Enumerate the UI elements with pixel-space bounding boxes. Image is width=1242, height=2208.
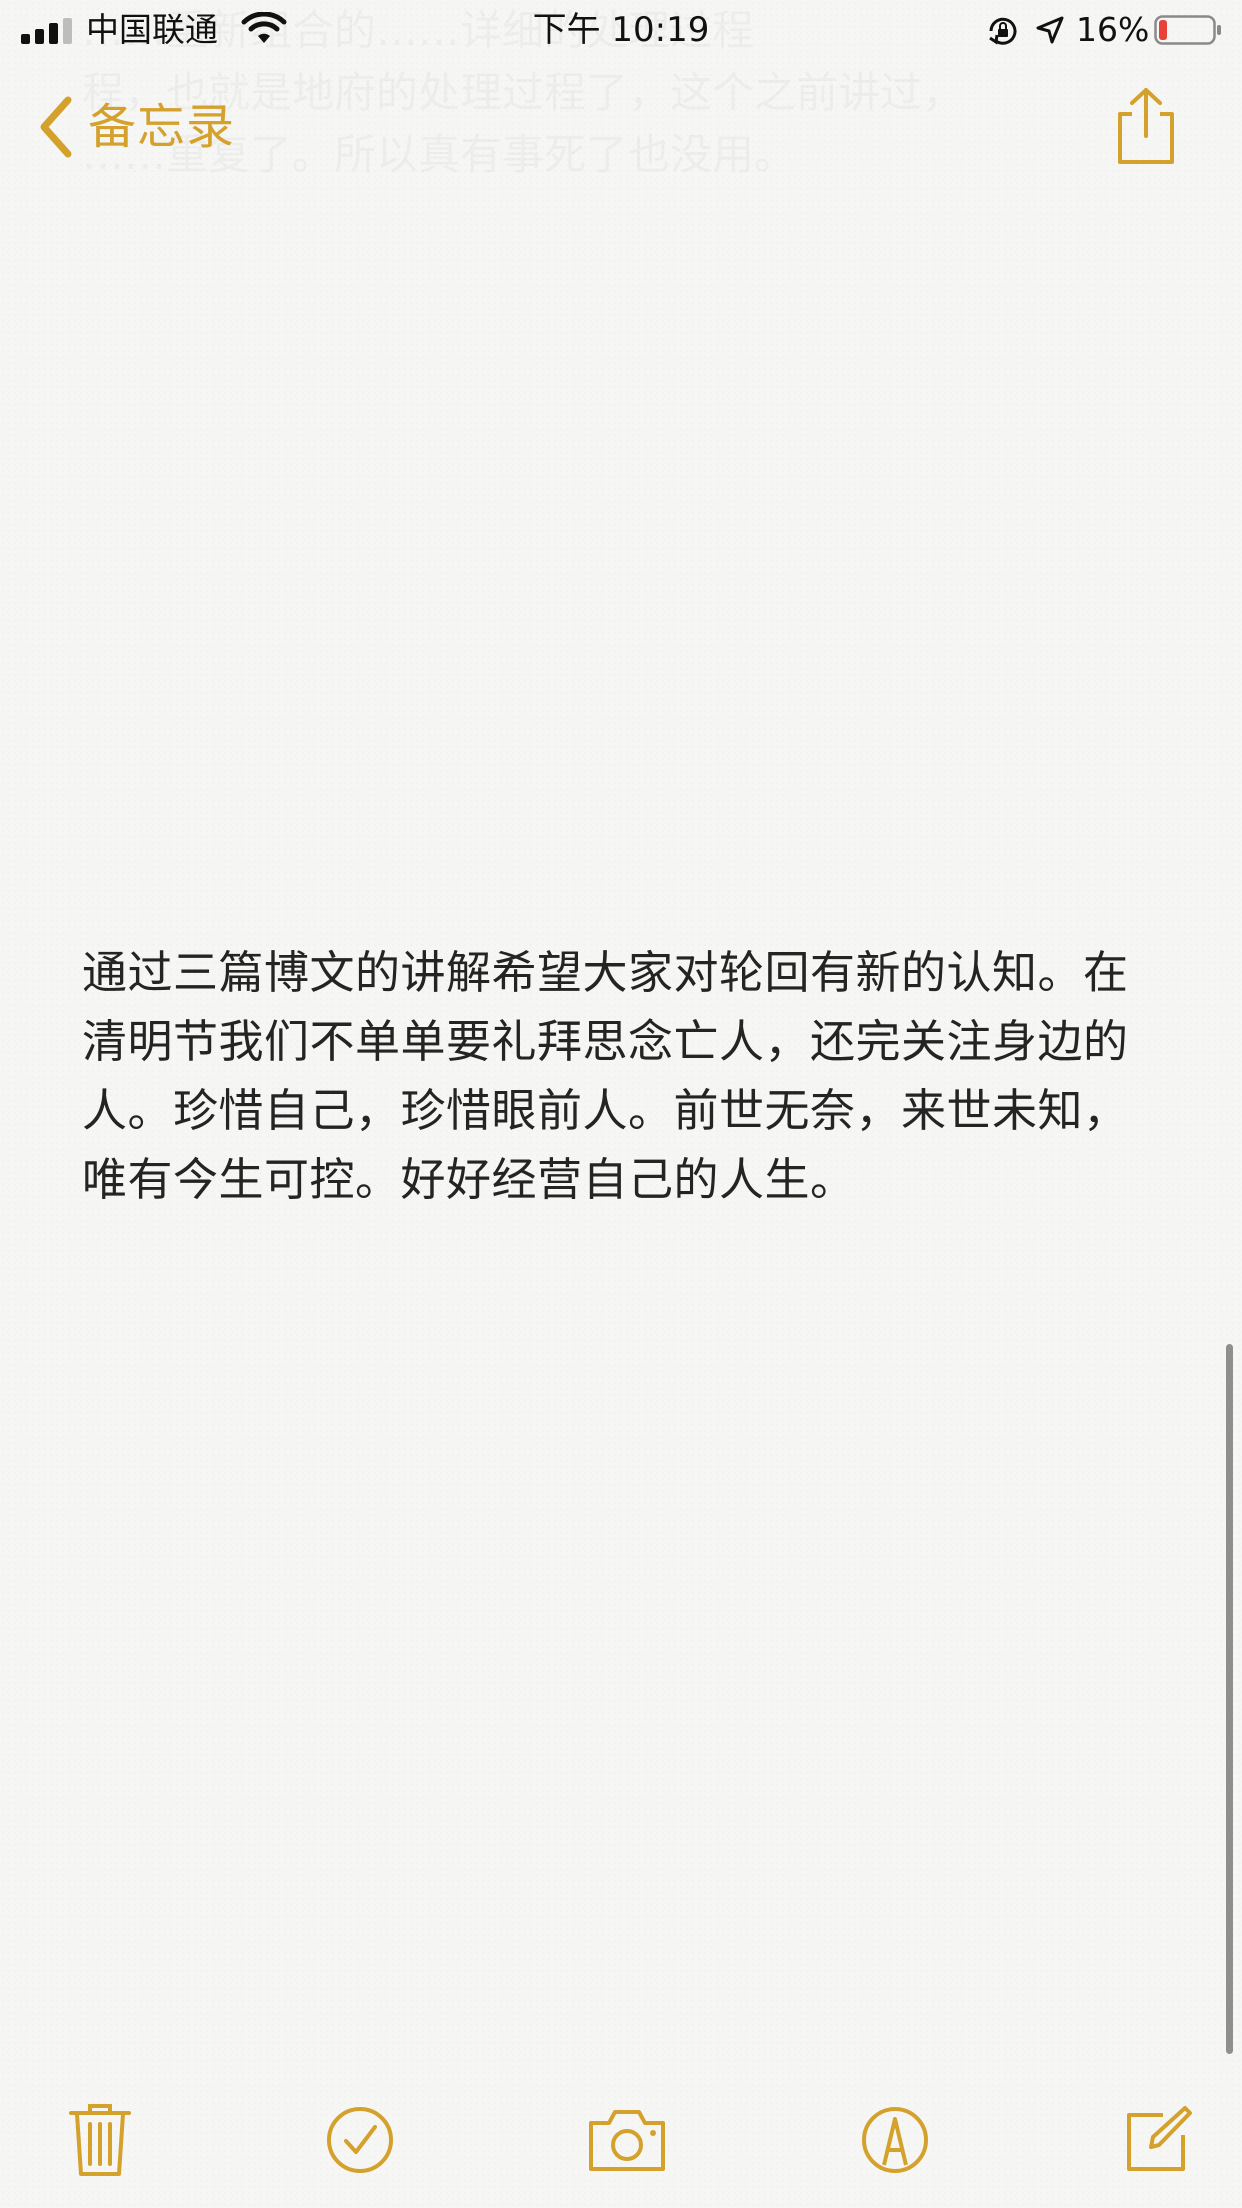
markup-pen-icon xyxy=(862,2107,928,2173)
checklist-button[interactable] xyxy=(320,2100,400,2180)
back-button[interactable]: 备忘录 xyxy=(36,94,235,160)
markup-button[interactable] xyxy=(855,2100,935,2180)
status-time: 下午 10:19 xyxy=(532,10,710,50)
checkmark-circle-icon xyxy=(327,2107,393,2173)
battery-percent: 16% xyxy=(1076,10,1150,49)
signal-bar xyxy=(63,18,72,44)
compose-button[interactable] xyxy=(1118,2100,1198,2180)
wifi-icon xyxy=(241,12,287,43)
camera-icon xyxy=(589,2110,665,2171)
signal-bar xyxy=(49,23,58,44)
battery-level-fill xyxy=(1159,20,1167,40)
trash-icon xyxy=(69,2104,131,2176)
camera-button[interactable] xyxy=(587,2100,667,2180)
rotation-lock-icon xyxy=(989,17,1017,45)
compose-icon xyxy=(1127,2106,1192,2171)
status-bar: 中国联通 下午 10:19 16% xyxy=(0,0,1242,60)
signal-bar xyxy=(21,34,30,44)
location-arrow-icon xyxy=(1036,16,1064,44)
carrier-name: 中国联通 xyxy=(86,10,218,49)
cellular-signal-icon xyxy=(21,18,73,44)
battery-icon xyxy=(1154,15,1221,45)
signal-bar xyxy=(35,29,44,44)
scroll-indicator[interactable] xyxy=(1226,1344,1233,2054)
back-button-label: 备忘录 xyxy=(88,99,236,155)
delete-button[interactable] xyxy=(60,2100,140,2180)
chevron-left-icon xyxy=(40,96,72,158)
note-body-text[interactable]: 通过三篇博文的讲解希望大家对轮回有新的认知。在清明节我们不单单要礼拜思念亡人，还… xyxy=(82,938,1172,1214)
share-icon[interactable] xyxy=(1112,86,1180,168)
